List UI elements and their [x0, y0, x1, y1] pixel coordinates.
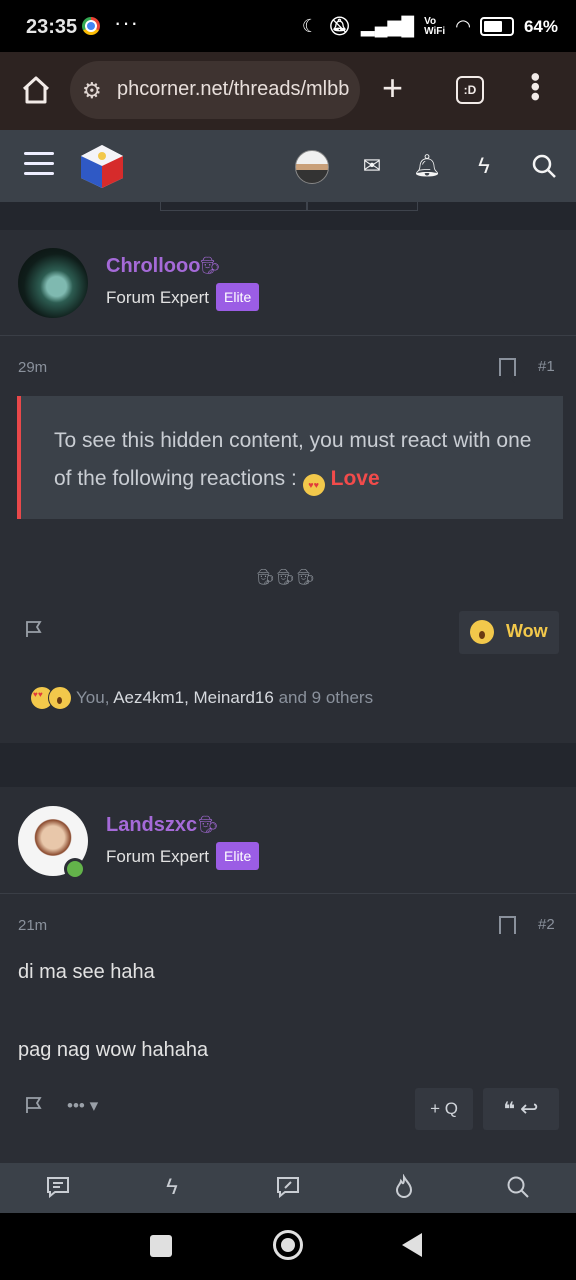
- post-2-username[interactable]: Landszxc: [106, 814, 197, 837]
- site-settings-icon[interactable]: ⚙︎: [82, 78, 102, 104]
- reactors-users[interactable]: Aez4km1, Meinard16: [113, 688, 274, 707]
- notification-dots-icon: ···: [114, 10, 139, 35]
- online-status-icon: [64, 858, 86, 880]
- love-reaction-label: Love: [330, 467, 380, 490]
- battery-icon: [479, 17, 514, 36]
- multi-quote-button[interactable]: + Q: [415, 1088, 473, 1130]
- bell-icon[interactable]: 🔔︎: [413, 152, 441, 180]
- post-2-time[interactable]: 21m: [18, 917, 47, 934]
- bookmark-icon[interactable]: [499, 916, 516, 941]
- spy-divider-icons: 🕵︎🕵︎🕵︎: [256, 569, 317, 586]
- love-emoji-icon: ♥♥: [302, 474, 325, 496]
- reactors-others[interactable]: and 9 others: [274, 688, 374, 707]
- post-1-username[interactable]: Chrollooo: [106, 255, 200, 278]
- hidden-content-message: To see this hidden content, you must rea…: [54, 422, 544, 498]
- reactors-list[interactable]: You, Aez4km1, Meinard16 and 9 others: [76, 688, 373, 708]
- signal-icon: ▂▄▆█: [360, 16, 415, 36]
- user-avatar[interactable]: [295, 150, 329, 184]
- chrome-icon: [82, 17, 100, 35]
- back-icon[interactable]: [402, 1233, 422, 1257]
- quote-icon: ❝: [503, 1099, 516, 1121]
- new-post-icon[interactable]: [275, 1174, 301, 1200]
- quote-reply-button[interactable]: ❝ ↩: [483, 1088, 559, 1130]
- search-icon[interactable]: [530, 152, 558, 180]
- post-2-body-line-2: pag nag wow hahaha: [18, 1039, 209, 1061]
- mail-icon[interactable]: ✉︎: [358, 152, 386, 180]
- site-logo[interactable]: [78, 142, 126, 190]
- report-flag-icon[interactable]: [25, 620, 43, 638]
- report-flag-icon[interactable]: [25, 1096, 43, 1114]
- network-label: Vo WiFi: [424, 15, 446, 37]
- sub-tab[interactable]: [306, 202, 418, 211]
- post-separator: [0, 743, 576, 787]
- wow-emoji-icon[interactable]: [470, 620, 494, 644]
- post-1-time[interactable]: 29m: [18, 359, 47, 376]
- post-1-user-title: Forum Expert: [106, 288, 209, 307]
- post-2-body-line-1: di ma see haha: [18, 961, 155, 983]
- battery-level: 64%: [523, 16, 558, 36]
- more-options-icon[interactable]: ••• ▾: [67, 1096, 98, 1116]
- android-home-icon[interactable]: [273, 1230, 303, 1260]
- moon-icon: ☾: [301, 16, 319, 36]
- status-time: 23:35: [26, 16, 78, 38]
- post-2-number[interactable]: #2: [538, 916, 555, 933]
- hamburger-menu-icon[interactable]: [24, 152, 54, 178]
- bookmark-icon[interactable]: [499, 358, 516, 383]
- reply-icon: ↩: [520, 1096, 539, 1121]
- forums-icon[interactable]: [45, 1174, 71, 1200]
- reactions-summary[interactable]: You, Aez4km1, Meinard16 and 9 others: [30, 686, 373, 710]
- home-icon[interactable]: [20, 74, 52, 106]
- url-text[interactable]: phcorner.net/threads/mlbb: [117, 78, 352, 101]
- new-tab-button[interactable]: +: [382, 70, 403, 106]
- whats-new-icon[interactable]: ϟ: [159, 1174, 185, 1200]
- hidden-content-text: To see this hidden content, you must rea…: [54, 429, 532, 490]
- post-1-number[interactable]: #1: [538, 358, 555, 375]
- recents-icon[interactable]: [150, 1235, 172, 1257]
- status-indicators: ☾ 🔕︎ ▂▄▆█ Vo WiFi ◠ 64%: [302, 16, 558, 37]
- spy-icon: 🕵︎: [197, 815, 219, 834]
- reactors-you: You,: [76, 688, 114, 707]
- post-1-avatar[interactable]: [18, 248, 88, 318]
- search-icon[interactable]: [505, 1174, 531, 1200]
- browser-menu-icon[interactable]: •••: [520, 72, 551, 101]
- post-1-elite-badge: Elite: [216, 283, 260, 311]
- react-wow-label[interactable]: Wow: [506, 621, 548, 642]
- post-2-user-title: Forum Expert: [106, 847, 209, 866]
- lightning-icon[interactable]: ϟ: [470, 152, 498, 180]
- sub-tab[interactable]: [160, 202, 308, 211]
- wifi-icon: ◠: [456, 16, 470, 36]
- spy-icon: 🕵︎: [199, 256, 221, 275]
- muted-bell-icon: 🔕︎: [328, 16, 351, 36]
- wow-reaction-icon: [48, 686, 72, 710]
- post-2-elite-badge: Elite: [216, 842, 260, 870]
- tab-switcher-button[interactable]: :D: [456, 76, 484, 104]
- trending-fire-icon[interactable]: [391, 1174, 417, 1200]
